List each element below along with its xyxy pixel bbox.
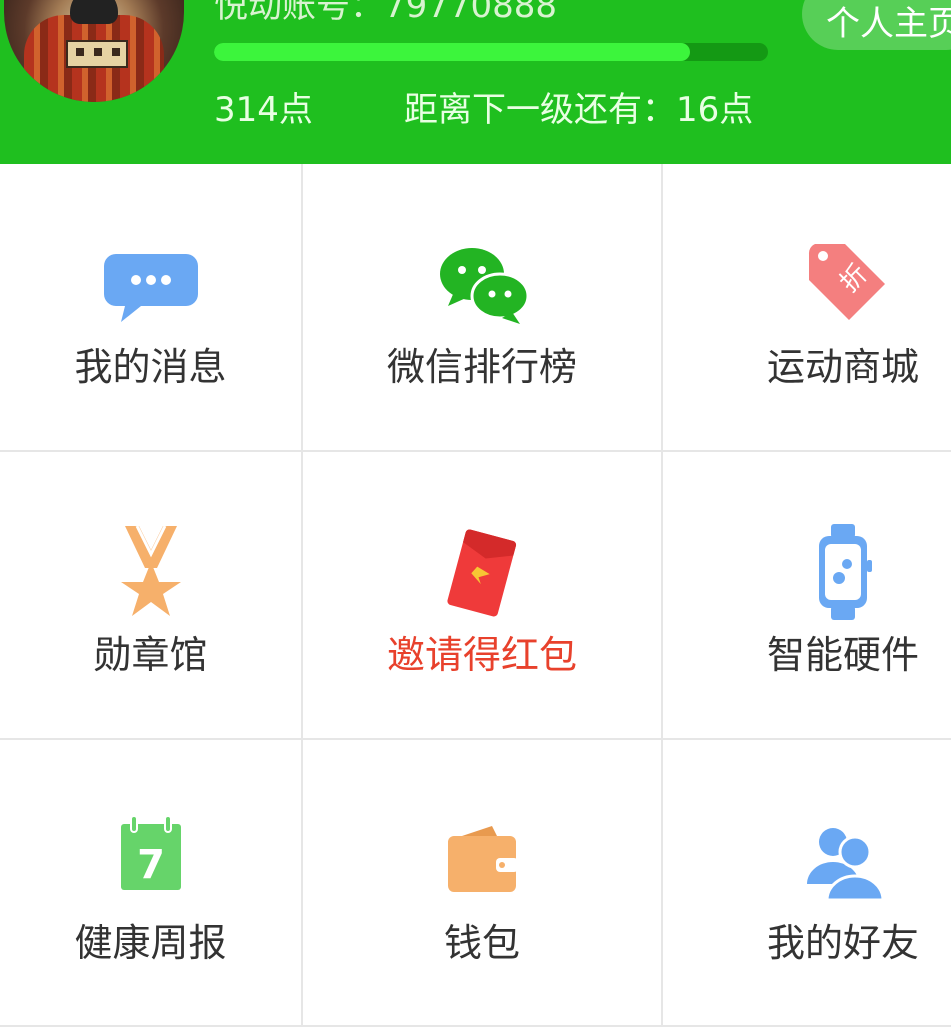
grid-item-label: 健康周报 xyxy=(74,921,227,965)
medal-star-icon xyxy=(120,525,181,616)
wechat-icon xyxy=(440,248,530,324)
grid-item-messages[interactable]: 我的消息 xyxy=(0,164,303,452)
wallet-icon xyxy=(448,826,518,892)
svg-text:7: 7 xyxy=(137,842,165,888)
smartwatch-icon xyxy=(819,524,872,620)
grid-item-wallet[interactable]: 钱包 xyxy=(303,740,663,1027)
grid-item-invite-red-packet[interactable]: 邀请得红包 xyxy=(303,452,663,740)
grid-item-label: 智能硬件 xyxy=(766,633,919,677)
red-envelope-icon xyxy=(447,529,517,617)
feature-grid: 我的消息 微信排行榜 折 运动商城 勋章馆 邀请得红包 智能硬件 7 健康周报 … xyxy=(0,164,951,1027)
grid-item-label: 微信排行榜 xyxy=(386,345,577,389)
friends-icon xyxy=(807,828,885,902)
grid-item-medal-hall[interactable]: 勋章馆 xyxy=(0,452,303,740)
grid-item-wechat-ranking[interactable]: 微信排行榜 xyxy=(303,164,663,452)
grid-item-sports-mall[interactable]: 折 运动商城 xyxy=(663,164,951,452)
price-tag-icon: 折 xyxy=(808,244,885,320)
grid-item-label: 邀请得红包 xyxy=(386,633,577,677)
grid-item-my-friends[interactable]: 我的好友 xyxy=(663,740,951,1027)
profile-page-button[interactable]: 个人主页 xyxy=(802,0,951,50)
next-level-text: 距离下一级还有：16点 xyxy=(404,90,754,130)
grid-item-health-weekly[interactable]: 7 健康周报 xyxy=(0,740,303,1027)
grid-item-label: 钱包 xyxy=(443,921,520,965)
chat-bubble-icon xyxy=(103,254,198,322)
level-progress-bar xyxy=(214,43,768,61)
calendar-7-icon: 7 xyxy=(120,815,181,890)
grid-item-label: 我的消息 xyxy=(74,345,227,389)
grid-item-smart-hardware[interactable]: 智能硬件 xyxy=(663,452,951,740)
profile-header: 悦动账号：79770888 314点 距离下一级还有：16点 个人主页 xyxy=(0,0,951,164)
grid-item-label: 勋章馆 xyxy=(93,633,208,677)
level-progress-fill xyxy=(214,43,691,61)
avatar[interactable] xyxy=(4,0,184,102)
points-value: 314点 xyxy=(214,90,313,130)
account-id: 悦动账号：79770888 xyxy=(214,0,558,26)
grid-item-label: 运动商城 xyxy=(766,345,919,389)
grid-item-label: 我的好友 xyxy=(766,921,919,965)
